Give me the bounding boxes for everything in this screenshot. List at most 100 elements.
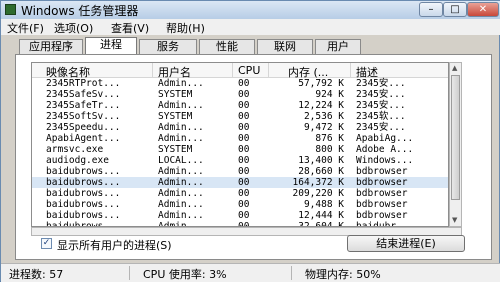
process-description: Adobe A...	[356, 144, 414, 155]
process-user: Admin...	[158, 210, 204, 221]
tab-processes[interactable]: 进程	[85, 37, 137, 54]
process-name: baidubrows...	[46, 210, 121, 221]
table-row[interactable]: baidubrows... Admin... 00 9,488 K bdbrowser	[32, 199, 448, 210]
table-row[interactable]: 2345Speedu... Admin... 00 9,472 K 2345安...	[32, 122, 448, 133]
show-all-users-checkbox[interactable]: ✓	[41, 238, 52, 249]
table-row[interactable]: audiodg.exe LOCAL... 00 13,400 K Windows...	[32, 155, 448, 166]
tab-users[interactable]: 用户	[315, 39, 361, 54]
process-memory: 2,536 K	[303, 111, 344, 122]
tab-services[interactable]: 服务	[139, 39, 197, 54]
process-memory: 9,488 K	[303, 199, 344, 210]
process-name: 2345Speedu...	[46, 122, 121, 133]
col-cpu[interactable]: CPU	[238, 64, 260, 77]
process-cpu: 00	[238, 100, 250, 111]
title-bar[interactable]: Windows 任务管理器 – □ ✕	[1, 1, 500, 20]
process-name: 2345SoftSv...	[46, 111, 121, 122]
process-description: 2345安...	[356, 78, 406, 89]
window-title: Windows 任务管理器	[21, 4, 139, 18]
vertical-scrollbar[interactable]: ▲ ▼	[449, 62, 462, 227]
scrollbar-thumb[interactable]	[451, 75, 460, 200]
process-memory: 28,660 K	[298, 166, 344, 177]
process-description: ApabiAg...	[356, 133, 414, 144]
process-memory: 12,224 K	[298, 100, 344, 111]
column-divider[interactable]	[232, 63, 233, 78]
process-user: Admin...	[158, 188, 204, 199]
process-description: bdbrowser	[356, 166, 408, 177]
table-row[interactable]: 2345SafeSv... SYSTEM 00 924 K 2345安...	[32, 89, 448, 100]
tab-networking[interactable]: 联网	[257, 39, 313, 54]
process-cpu: 00	[238, 111, 250, 122]
process-user: SYSTEM	[158, 89, 193, 100]
process-cpu: 00	[238, 210, 250, 221]
status-divider	[129, 266, 130, 280]
process-cpu: 00	[238, 199, 250, 210]
process-memory: 876 K	[315, 133, 344, 144]
process-description: 2345安...	[356, 122, 406, 133]
table-row[interactable]: 2345RTProt... Admin... 00 57,792 K 2345安...	[32, 78, 448, 89]
scroll-down-icon[interactable]: ▼	[452, 216, 457, 224]
tab-performance[interactable]: 性能	[199, 39, 255, 54]
table-row[interactable]: armsvc.exe SYSTEM 00 800 K Adobe A...	[32, 144, 448, 155]
process-description: 2345软...	[356, 111, 406, 122]
menu-options[interactable]: 选项(O)	[54, 20, 93, 36]
tab-applications[interactable]: 应用程序	[19, 39, 83, 54]
process-user: Admin...	[158, 78, 204, 89]
process-description: 2345安...	[356, 89, 406, 100]
column-divider[interactable]	[152, 63, 153, 78]
process-memory: 57,792 K	[298, 78, 344, 89]
process-user: Admin...	[158, 166, 204, 177]
table-row[interactable]: baidubrows... Admin... 00 209,220 K bdbrowse…	[32, 188, 448, 199]
table-row[interactable]: baidubrows... Admin... 00 164,372 K bdbrowse…	[32, 177, 448, 188]
process-name: baidubrows...	[46, 188, 121, 199]
table-row[interactable]: 2345SoftSv... SYSTEM 00 2,536 K 2345软...	[32, 111, 448, 122]
process-user: SYSTEM	[158, 111, 193, 122]
process-name: 2345SafeTr...	[46, 100, 121, 111]
process-user: SYSTEM	[158, 144, 193, 155]
table-row[interactable]: baidubrows... Admin... 00 28,660 K bdbrowser	[32, 166, 448, 177]
minimize-button[interactable]: –	[419, 2, 443, 17]
maximize-button[interactable]: □	[443, 2, 467, 17]
process-user: Admin...	[158, 177, 204, 188]
process-name: ApabiAgent...	[46, 133, 121, 144]
column-divider[interactable]	[350, 63, 351, 78]
process-user: Admin...	[158, 122, 204, 133]
process-cpu: 00	[238, 133, 250, 144]
column-divider[interactable]	[268, 63, 269, 78]
process-count: 进程数: 57	[9, 268, 64, 281]
menu-bar: 文件(F) 选项(O) 查看(V) 帮助(H)	[1, 19, 500, 35]
table-row[interactable]: ApabiAgent... Admin... 00 876 K ApabiAg...	[32, 133, 448, 144]
process-table: 映像名称 用户名 CPU 内存 (... 描述 2345RTProt... Adm…	[31, 62, 449, 227]
status-divider	[291, 266, 292, 280]
process-user: Admin...	[158, 133, 204, 144]
process-cpu: 00	[238, 89, 250, 100]
task-manager-icon	[5, 4, 16, 15]
process-memory: 800 K	[315, 144, 344, 155]
end-process-button[interactable]: 结束进程(E)	[347, 235, 465, 252]
process-cpu: 00	[238, 155, 250, 166]
process-description: 2345安...	[356, 100, 406, 111]
scroll-up-icon[interactable]: ▲	[452, 64, 457, 72]
process-description: bdbrowser	[356, 188, 408, 199]
show-all-users-label[interactable]: 显示所有用户的进程(S)	[57, 237, 172, 253]
process-name: armsvc.exe	[46, 144, 104, 155]
table-row[interactable]: 2345SafeTr... Admin... 00 12,224 K 2345安...	[32, 100, 448, 111]
menu-view[interactable]: 查看(V)	[111, 20, 149, 36]
process-user: Admin...	[158, 100, 204, 111]
process-name: 2345RTProt...	[46, 78, 121, 89]
table-body: 2345RTProt... Admin... 00 57,792 K 2345安... 2…	[32, 78, 448, 226]
process-memory: 13,400 K	[298, 155, 344, 166]
menu-file[interactable]: 文件(F)	[7, 20, 44, 36]
close-button[interactable]: ✕	[467, 2, 499, 17]
process-name: baidubrows...	[46, 199, 121, 210]
process-description: bdbrowser	[356, 199, 408, 210]
table-row[interactable]: baidubrows... Admin... 00 12,444 K bdbrowser	[32, 210, 448, 221]
process-cpu: 00	[238, 177, 250, 188]
menu-help[interactable]: 帮助(H)	[166, 20, 205, 36]
process-description: bdbrowser	[356, 177, 408, 188]
process-memory: 164,372 K	[292, 177, 344, 188]
process-memory: 924 K	[315, 89, 344, 100]
process-cpu: 00	[238, 78, 250, 89]
process-memory: 12,444 K	[298, 210, 344, 221]
process-user: LOCAL...	[158, 155, 204, 166]
process-description: bdbrowser	[356, 210, 408, 221]
